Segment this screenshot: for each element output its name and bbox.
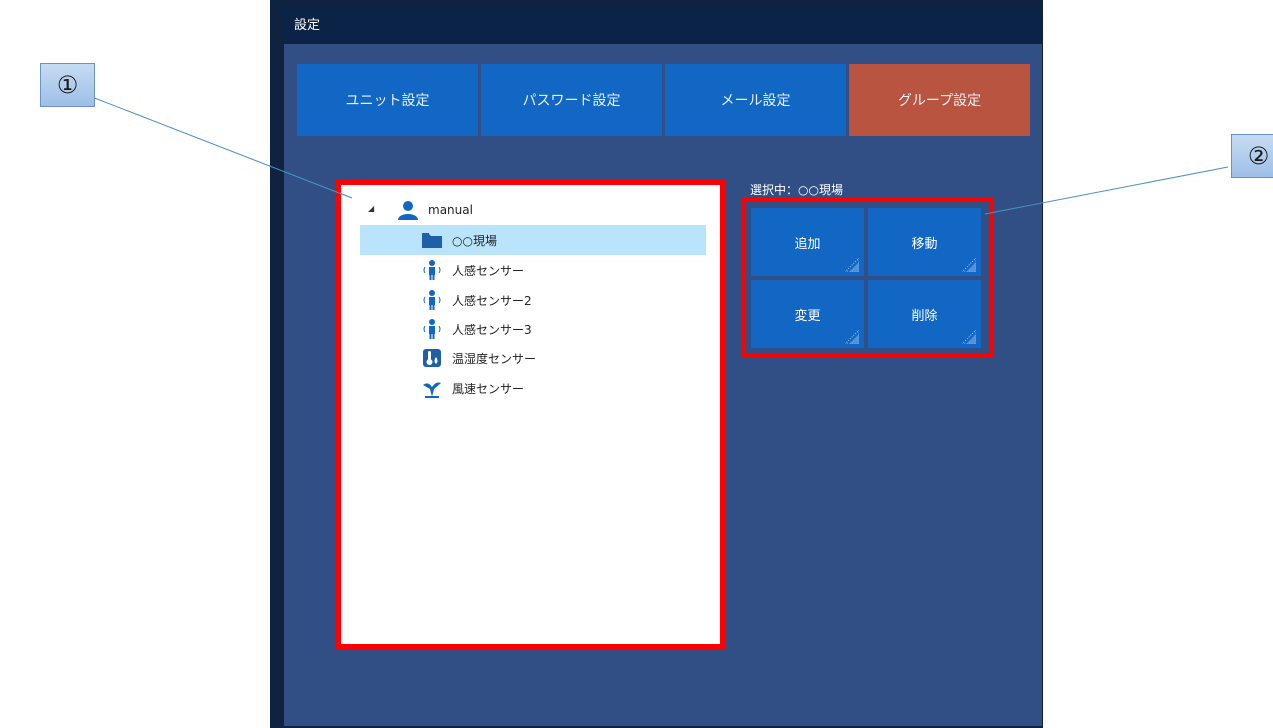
resize-grip-icon [962, 330, 976, 344]
tree-item-label: 風速センサー [452, 381, 525, 396]
change-button[interactable]: 変更 [751, 280, 864, 348]
tab-group-settings[interactable]: グループ設定 [849, 64, 1030, 136]
tree-item-label: 人感センサー3 [452, 322, 532, 337]
delete-button-label: 削除 [911, 308, 938, 324]
tree-item-motion-sensor-3[interactable]: 人感センサー3 [420, 314, 700, 344]
motion-sensor-icon [420, 289, 444, 311]
tree-root-manual[interactable]: manual [396, 195, 696, 225]
tab-mail-settings[interactable]: メール設定 [665, 64, 846, 136]
wind-speed-sensor-icon [420, 377, 444, 399]
tab-unit-settings[interactable]: ユニット設定 [297, 64, 478, 136]
tree-item-label: 温湿度センサー [452, 351, 537, 366]
tree-item-label: 人感センサー2 [452, 293, 532, 308]
selection-label: 選択中：○○現場 [750, 183, 843, 197]
motion-sensor-icon [420, 259, 444, 281]
folder-icon [420, 229, 444, 251]
callout-two: ② [1231, 134, 1273, 178]
resize-grip-icon [845, 330, 859, 344]
delete-button[interactable]: 削除 [868, 280, 981, 348]
collapse-triangle-icon[interactable]: ◢ [368, 204, 374, 213]
tree-item-motion-sensor-2[interactable]: 人感センサー2 [420, 285, 700, 315]
user-icon [396, 199, 420, 221]
window-title: 設定 [284, 8, 1042, 44]
tree-item-label: 人感センサー [452, 263, 525, 278]
motion-sensor-icon [420, 318, 444, 340]
resize-grip-icon [962, 258, 976, 272]
tree-item-label: ○○現場 [452, 233, 497, 248]
change-button-label: 変更 [794, 308, 821, 324]
add-button-label: 追加 [794, 236, 821, 252]
move-button-label: 移動 [911, 236, 938, 252]
resize-grip-icon [845, 258, 859, 272]
move-button[interactable]: 移動 [868, 208, 981, 276]
tree-item-site[interactable]: ○○現場 [360, 225, 706, 255]
tree-item-motion-sensor[interactable]: 人感センサー [420, 255, 700, 285]
tree-item-wind-speed-sensor[interactable]: 風速センサー [420, 373, 700, 403]
add-button[interactable]: 追加 [751, 208, 864, 276]
tree-root-label: manual [428, 203, 473, 217]
tab-password-settings[interactable]: パスワード設定 [481, 64, 662, 136]
tree-item-temperature-humidity-sensor[interactable]: 温湿度センサー [420, 343, 700, 373]
callout-one: ① [40, 63, 95, 107]
temperature-humidity-sensor-icon [420, 347, 444, 369]
